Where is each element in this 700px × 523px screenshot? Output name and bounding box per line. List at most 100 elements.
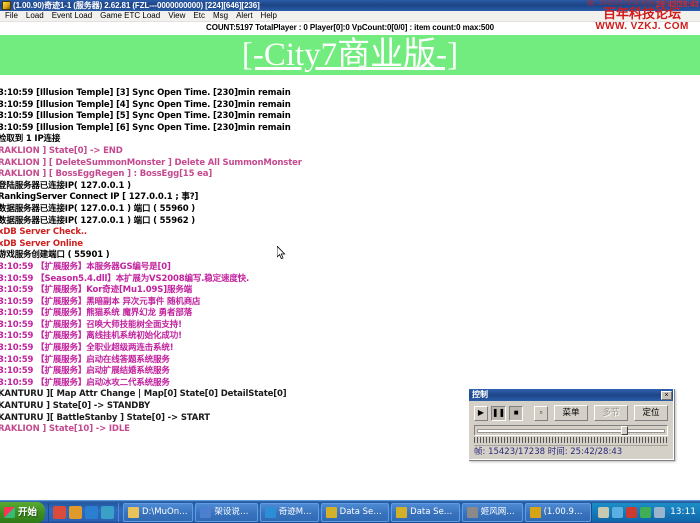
media-icon[interactable] — [85, 506, 98, 519]
taskbar-button-label: Data Server... — [340, 507, 385, 518]
quick-launch-bar[interactable] — [48, 503, 119, 522]
log-line: 3:10:59 【扩展服务】本服务器GS编号是[0] — [0, 262, 700, 274]
log-line: RAKLION ] State[0] -> END — [0, 146, 700, 158]
window-title: (1.00.90)奇迹1-1 (服务器) 2.62.81 (FZL---0000… — [13, 1, 260, 10]
start-button-label: 开始 — [18, 507, 37, 518]
taskbar-app-icon — [530, 507, 541, 518]
banner-title: [-City7商业版-] — [242, 37, 458, 73]
playback-status-text: 帧: 15423/17238 时间: 25:42/28:43 — [474, 445, 668, 458]
pause-button[interactable]: ❚❚ — [491, 406, 506, 421]
log-line: 游戏服务创建端口 ( 55901 ) — [0, 250, 700, 262]
menu-button[interactable]: 菜单 — [554, 405, 588, 421]
taskbar-button[interactable]: D:\MuOnline... — [123, 503, 193, 522]
log-line: 3:10:59 【扩展服务】启动在线答题系统服务 — [0, 355, 700, 367]
log-line: 数据服务器已连接IP( 127.0.0.1 ) 端口 ( 55960 ) — [0, 204, 700, 216]
volume-icon[interactable] — [654, 507, 665, 518]
control-window-title: 控制 — [472, 390, 661, 400]
start-button[interactable]: 开始 — [0, 502, 45, 523]
taskbar-button-label: D:\MuOnline... — [142, 507, 188, 518]
log-line: xDB Server Online — [0, 239, 700, 251]
log-line: 登陆服务器已连接IP( 127.0.0.1 ) — [0, 181, 700, 193]
control-window-body: ▶ ❚❚ ■ ▫ 菜单 多节 定位 帧: 15423/17238 时间: 25:… — [469, 401, 673, 458]
log-line: 数据服务器已连接IP( 127.0.0.1 ) 端口 ( 55962 ) — [0, 216, 700, 228]
menu-item-event-load[interactable]: Event Load — [48, 11, 96, 21]
printer-icon[interactable] — [598, 507, 609, 518]
transport-button-row: ▶ ❚❚ ■ ▫ 菜单 多节 定位 — [474, 405, 668, 421]
taskbar-app-icon — [200, 507, 211, 518]
menu-item-view[interactable]: View — [164, 11, 189, 21]
log-line: 3:10:59 【扩展服务】全职业超级两连击系统! — [0, 343, 700, 355]
taskbar-button[interactable]: (1.00.90)奇... — [525, 503, 591, 522]
log-line: 3:10:59 【扩展服务】启动扩展结婚系统服务 — [0, 366, 700, 378]
menu-item-file[interactable]: File — [1, 11, 22, 21]
record-icon: ▫ — [540, 409, 543, 417]
log-line: RAKLION ] [ BossEggRegen ] : BossEgg[15 … — [0, 169, 700, 181]
taskbar-app-icon — [265, 507, 276, 518]
server-count-text: COUNT:5197 TotalPlayer : 0 Player[0]:0 V… — [206, 23, 494, 32]
log-line: 检取到 1 IP连接 — [0, 134, 700, 146]
taskbar-app-icon — [396, 507, 407, 518]
taskbar-button-label: 奇迹Mu数... — [279, 507, 314, 518]
taskbar-app-icon — [128, 507, 139, 518]
menu-item-help[interactable]: Help — [257, 11, 281, 21]
taskbar-button[interactable]: 奇迹Mu数... — [260, 503, 319, 522]
segment-button: 多节 — [594, 405, 628, 421]
log-line: 3:10:59 [Illusion Temple] [3] Sync Open … — [0, 88, 700, 100]
desktop-screen: (1.00.90)奇迹1-1 (服务器) 2.62.81 (FZL---0000… — [0, 0, 700, 523]
taskbar-task-list[interactable]: D:\MuOnline... 架设说明 - ... 奇迹Mu数... Data Ser… — [119, 503, 591, 522]
close-icon[interactable]: × — [661, 391, 672, 400]
taskbar-button[interactable]: Data Server... — [391, 503, 460, 522]
menu-item-etc[interactable]: Etc — [189, 11, 209, 21]
system-tray[interactable]: 13:11 — [591, 503, 700, 522]
play-button[interactable]: ▶ — [474, 406, 488, 421]
log-line: 3:10:59 【Season5.4.dll】本扩展为VS2008编写.稳定速度… — [0, 274, 700, 286]
antivirus-icon[interactable] — [626, 507, 637, 518]
log-line: 3:10:59 【扩展服务】黑暗副本 异次元事件 随机商店 — [0, 297, 700, 309]
menu-item-alert[interactable]: Alert — [232, 11, 256, 21]
log-line: RankingServer Connect IP [ 127.0.0.1 ; 事… — [0, 192, 700, 204]
network-icon[interactable] — [612, 507, 623, 518]
titlebar-timecode: 28:42/28:43 — [656, 0, 699, 9]
taskbar-button[interactable]: 姬风网络Q... — [462, 503, 523, 522]
log-line: xDB Server Check.. — [0, 227, 700, 239]
stop-button[interactable]: ■ — [509, 406, 523, 421]
pause-icon: ❚❚ — [492, 409, 505, 417]
taskbar-button-label: 姬风网络Q... — [481, 507, 518, 518]
shield-icon[interactable] — [640, 507, 651, 518]
taskbar-button-label: Data Server... — [410, 507, 455, 518]
log-line: 3:10:59 【扩展服务】Kor奇迹[Mu1.09S]服务端 — [0, 285, 700, 297]
taskbar-button[interactable]: 架设说明 - ... — [195, 503, 257, 522]
locate-button[interactable]: 定位 — [634, 405, 668, 421]
menu-item-game-etc-load[interactable]: Game ETC Load — [96, 11, 164, 21]
server-log-list: 3:10:59 [Illusion Temple] [3] Sync Open … — [0, 88, 700, 436]
log-line: 3:10:59 【扩展服务】熊猫系统 魔界幻龙 勇者部落 — [0, 308, 700, 320]
folder-icon[interactable] — [101, 506, 114, 519]
app-icon — [2, 1, 11, 10]
menu-item-load[interactable]: Load — [22, 11, 48, 21]
taskbar-clock[interactable]: 13:11 — [670, 507, 696, 518]
playback-control-window[interactable]: 控制 × ▶ ❚❚ ■ ▫ 菜单 多节 定位 帧: 15423/17238 时间… — [468, 388, 674, 460]
playback-slider[interactable] — [474, 425, 668, 436]
log-line: 3:10:59 [Illusion Temple] [5] Sync Open … — [0, 111, 700, 123]
browser-icon[interactable] — [69, 506, 82, 519]
window-titlebar[interactable]: (1.00.90)奇迹1-1 (服务器) 2.62.81 (FZL---0000… — [0, 0, 700, 11]
taskbar-button-label: (1.00.90)奇... — [544, 507, 586, 518]
qq-icon[interactable] — [53, 506, 66, 519]
record-button[interactable]: ▫ — [534, 406, 548, 421]
control-window-titlebar[interactable]: 控制 × — [469, 389, 673, 401]
server-counter-bar: COUNT:5197 TotalPlayer : 0 Player[0]:0 V… — [0, 22, 700, 33]
windows-taskbar[interactable]: 开始 D:\MuOnline... 架设说明 - ... 奇迹Mu数... Data … — [0, 500, 700, 523]
menu-bar[interactable]: File Load Event Load Game ETC Load View … — [0, 11, 700, 22]
menu-item-msg[interactable]: Msg — [209, 11, 232, 21]
stop-icon: ■ — [514, 409, 519, 417]
taskbar-app-icon — [467, 507, 478, 518]
slider-tickmarks — [474, 437, 668, 443]
taskbar-button[interactable]: Data Server... — [321, 503, 390, 522]
server-banner: [-City7商业版-] — [0, 35, 700, 75]
log-line: 3:10:59 [Illusion Temple] [4] Sync Open … — [0, 100, 700, 112]
windows-flag-icon — [4, 507, 15, 518]
taskbar-app-icon — [326, 507, 337, 518]
slider-thumb[interactable] — [621, 426, 628, 435]
log-line: 3:10:59 【扩展服务】召唤大师技能树全面支持! — [0, 320, 700, 332]
play-icon: ▶ — [478, 409, 484, 417]
